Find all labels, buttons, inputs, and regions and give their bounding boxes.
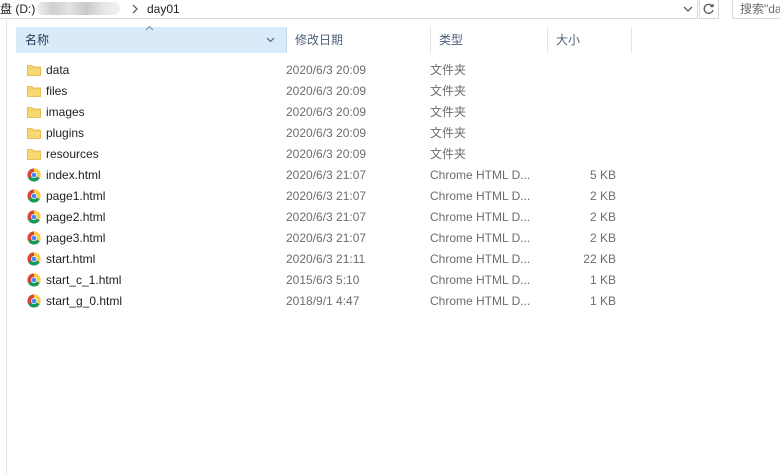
- column-header-date-label: 修改日期: [295, 33, 344, 47]
- column-header-type-label: 类型: [439, 33, 464, 47]
- folder-icon: [27, 147, 41, 161]
- file-date-modified: 2020/6/3 21:07: [286, 231, 367, 245]
- column-filter-chevron-icon[interactable]: [266, 37, 275, 43]
- folder-icon: [27, 105, 41, 119]
- file-date-modified: 2020/6/3 20:09: [286, 126, 367, 140]
- navigation-pane-edge[interactable]: [0, 20, 7, 475]
- chrome-icon: [27, 294, 41, 308]
- file-size: 2 KB: [589, 231, 616, 245]
- file-row[interactable]: files 2020/6/3 20:09 文件夹: [8, 81, 648, 102]
- file-name: resources: [46, 147, 99, 161]
- file-row[interactable]: resources 2020/6/3 20:09 文件夹: [8, 144, 648, 165]
- folder-icon: [27, 63, 41, 77]
- file-date-modified: 2020/6/3 21:11: [286, 252, 366, 266]
- file-type: Chrome HTML D...: [430, 294, 531, 308]
- file-date-modified: 2020/6/3 20:09: [286, 105, 367, 119]
- file-type: Chrome HTML D...: [430, 252, 531, 266]
- chrome-icon: [27, 189, 41, 203]
- folder-icon: [27, 126, 41, 140]
- chrome-icon: [27, 252, 41, 266]
- column-header-size-label: 大小: [556, 33, 581, 47]
- file-name: start_c_1.html: [46, 273, 122, 287]
- file-row[interactable]: images 2020/6/3 20:09 文件夹: [8, 102, 648, 123]
- file-size: 1 KB: [589, 294, 616, 308]
- file-date-modified: 2020/6/3 20:09: [286, 63, 367, 77]
- column-headers: 名称 修改日期 类型 大小: [8, 27, 780, 53]
- search-input[interactable]: 搜索"day01": [732, 0, 780, 19]
- file-type: Chrome HTML D...: [430, 168, 531, 182]
- column-header-type[interactable]: 类型: [431, 27, 548, 53]
- breadcrumb-drive[interactable]: 盘 (D:): [0, 1, 35, 17]
- file-name: images: [46, 105, 85, 119]
- file-type: 文件夹: [430, 63, 467, 77]
- refresh-icon: [703, 3, 714, 14]
- file-type: Chrome HTML D...: [430, 189, 531, 203]
- search-placeholder: 搜索"day01": [740, 2, 780, 16]
- file-name: files: [46, 84, 68, 98]
- file-size: 2 KB: [589, 189, 616, 203]
- chevron-right-icon[interactable]: [130, 2, 140, 16]
- file-type: 文件夹: [430, 147, 467, 161]
- file-size: 1 KB: [589, 273, 616, 287]
- file-row[interactable]: data 2020/6/3 20:09 文件夹: [8, 60, 648, 81]
- file-name: data: [46, 63, 70, 77]
- file-date-modified: 2020/6/3 21:07: [286, 210, 367, 224]
- file-name: page2.html: [46, 210, 106, 224]
- chrome-icon: [27, 273, 41, 287]
- file-name: plugins: [46, 126, 85, 140]
- column-header-name-label: 名称: [25, 33, 50, 47]
- file-size: 22 KB: [583, 252, 616, 266]
- file-type: Chrome HTML D...: [430, 210, 531, 224]
- file-size: 5 KB: [589, 168, 616, 182]
- breadcrumb[interactable]: 盘 (D:) day01: [0, 0, 698, 19]
- chrome-icon: [27, 210, 41, 224]
- chrome-icon: [27, 168, 41, 182]
- file-type: Chrome HTML D...: [430, 273, 531, 287]
- file-type: Chrome HTML D...: [430, 231, 531, 245]
- chevron-down-icon[interactable]: [680, 1, 696, 17]
- folder-icon: [27, 84, 41, 98]
- file-name: page3.html: [46, 231, 106, 245]
- sort-ascending-icon: [145, 25, 154, 31]
- file-row[interactable]: index.html 2020/6/3 21:07 Chrome HTML D...…: [8, 165, 648, 186]
- redacted-path-segment: [36, 2, 120, 15]
- file-list: data 2020/6/3 20:09 文件夹 files 2020/6/3 20:0…: [8, 60, 648, 312]
- file-name: index.html: [46, 168, 101, 182]
- file-row[interactable]: start_c_1.html 2015/6/3 5:10 Chrome HTML D…: [8, 270, 648, 291]
- file-row[interactable]: start.html 2020/6/3 21:11 Chrome HTML D...…: [8, 249, 648, 270]
- file-date-modified: 2015/6/3 5:10: [286, 273, 360, 287]
- file-date-modified: 2020/6/3 21:07: [286, 189, 367, 203]
- file-date-modified: 2020/6/3 20:09: [286, 147, 367, 161]
- file-name: start.html: [46, 252, 96, 266]
- file-date-modified: 2020/6/3 21:07: [286, 168, 367, 182]
- address-bar[interactable]: 盘 (D:) day01 搜索"day01": [0, 0, 780, 19]
- column-header-size[interactable]: 大小: [548, 27, 632, 53]
- file-row[interactable]: plugins 2020/6/3 20:09 文件夹: [8, 123, 648, 144]
- refresh-button[interactable]: [699, 0, 719, 19]
- chrome-icon: [27, 231, 41, 245]
- file-type: 文件夹: [430, 84, 467, 98]
- file-name: start_g_0.html: [46, 294, 123, 308]
- breadcrumb-current-folder[interactable]: day01: [147, 1, 180, 17]
- file-date-modified: 2018/9/1 4:47: [286, 294, 360, 308]
- file-name: page1.html: [46, 189, 106, 203]
- file-date-modified: 2020/6/3 20:09: [286, 84, 367, 98]
- column-header-date[interactable]: 修改日期: [287, 27, 431, 53]
- file-type: 文件夹: [430, 105, 467, 119]
- file-type: 文件夹: [430, 126, 467, 140]
- file-row[interactable]: page3.html 2020/6/3 21:07 Chrome HTML D...…: [8, 228, 648, 249]
- file-size: 2 KB: [589, 210, 616, 224]
- file-row[interactable]: start_g_0.html 2018/9/1 4:47 Chrome HTML D…: [8, 291, 648, 312]
- file-row[interactable]: page2.html 2020/6/3 21:07 Chrome HTML D...…: [8, 207, 648, 228]
- file-row[interactable]: page1.html 2020/6/3 21:07 Chrome HTML D...…: [8, 186, 648, 207]
